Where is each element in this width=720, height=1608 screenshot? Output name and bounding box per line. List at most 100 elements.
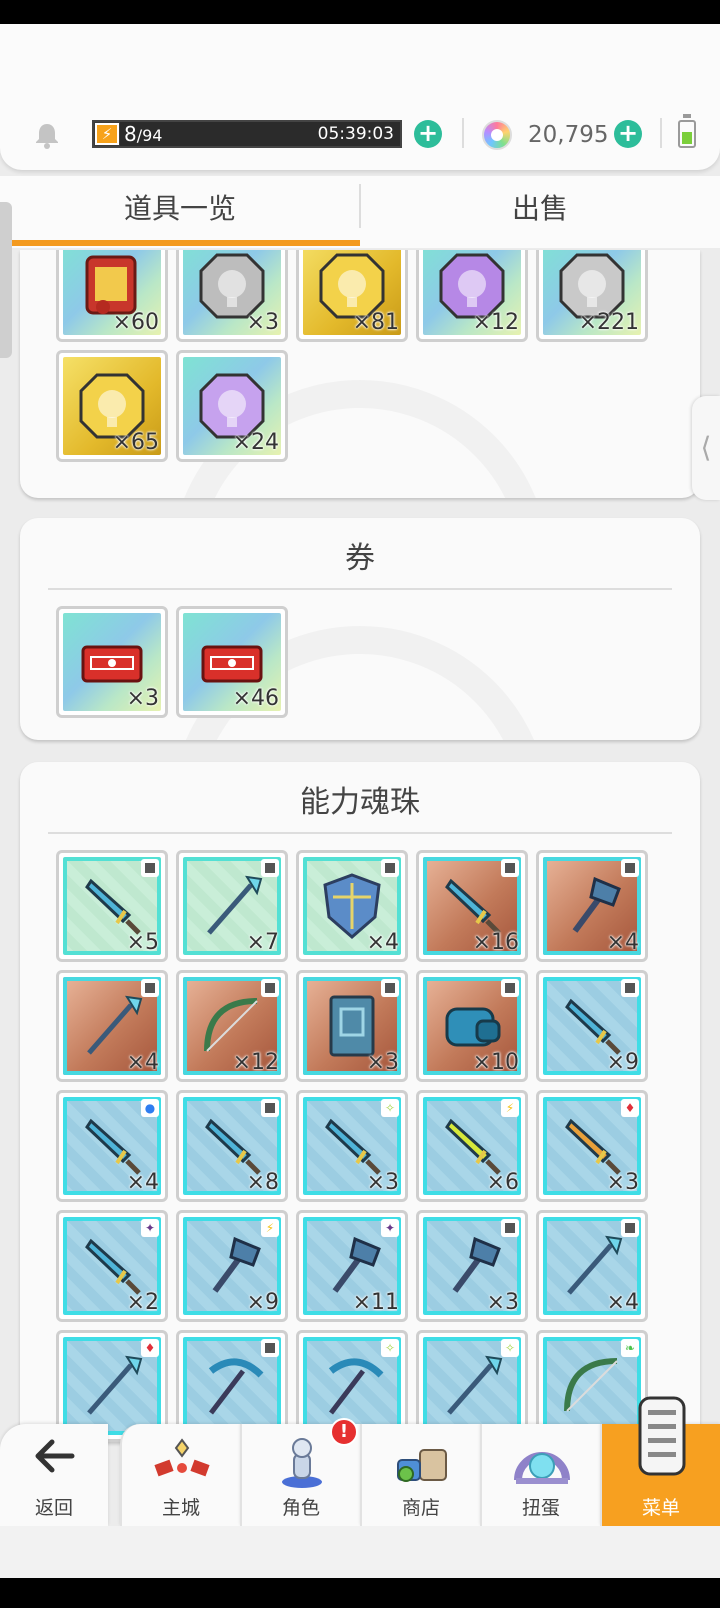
item-frame: ×46 xyxy=(183,613,281,711)
item-frame: ✦ ×2 xyxy=(63,1217,161,1315)
nav-tab-town[interactable]: 主城 xyxy=(120,1424,240,1526)
rank-light-icon: ✧ xyxy=(501,1339,519,1357)
inventory-item[interactable]: ×4 xyxy=(56,970,168,1082)
inventory-item[interactable]: ×46 xyxy=(176,606,288,718)
item-frame: ×81 xyxy=(303,250,401,335)
inventory-item[interactable]: ×3 xyxy=(416,1210,528,1322)
divider xyxy=(660,118,662,148)
item-count: ×24 xyxy=(232,430,279,455)
nav-label-town: 主城 xyxy=(161,1497,200,1519)
inventory-item[interactable]: ×3 xyxy=(176,250,288,342)
gem-icon xyxy=(482,120,512,150)
rank-dark-icon: ✦ xyxy=(381,1219,399,1237)
divider xyxy=(462,118,464,148)
inventory-item[interactable]: ×12 xyxy=(176,970,288,1082)
nav-tab-menu[interactable]: 菜单 xyxy=(600,1396,720,1526)
item-count: ×4 xyxy=(606,930,639,955)
inventory-item[interactable]: ✦ ×11 xyxy=(296,1210,408,1322)
castle-icon xyxy=(152,1432,212,1492)
item-frame: ×3 xyxy=(183,250,281,335)
item-frame: ×4 xyxy=(63,977,161,1075)
inventory-item[interactable]: ×4 xyxy=(536,850,648,962)
rank-square-icon xyxy=(621,979,639,997)
add-stamina-button[interactable]: + xyxy=(414,120,442,148)
stamina-value: 8/94 xyxy=(124,122,162,148)
back-arrow-icon xyxy=(30,1436,78,1476)
resource-bar: ⚡ 8/94 05:39:03 + 20,795 + xyxy=(0,108,720,164)
system-nav-bar xyxy=(0,1578,720,1608)
item-frame: ♦ ×3 xyxy=(543,1097,641,1195)
item-frame: ✦ ×11 xyxy=(303,1217,401,1315)
bow-icon xyxy=(557,1351,627,1421)
nav-tab-character[interactable]: ! 角色 xyxy=(240,1418,360,1526)
inventory-item[interactable]: ×3 xyxy=(56,606,168,718)
shop-icon xyxy=(392,1432,452,1492)
tickets-panel: 券 ×3 ×46 xyxy=(20,518,700,740)
rank-square-icon xyxy=(261,1339,279,1357)
back-button[interactable]: 返回 xyxy=(0,1424,108,1526)
side-drawer-handle[interactable]: ⟨ xyxy=(692,396,720,500)
inventory-item[interactable]: ⚡ ×9 xyxy=(176,1210,288,1322)
spear-icon xyxy=(77,1351,147,1421)
inventory-item[interactable]: ×4 xyxy=(536,1210,648,1322)
item-frame: ×4 xyxy=(543,1217,641,1315)
item-count: ×3 xyxy=(366,1050,399,1075)
battery-icon xyxy=(678,120,696,148)
inventory-item[interactable]: ×12 xyxy=(416,250,528,342)
item-frame: ×16 xyxy=(423,857,521,955)
stamina-timer: 05:39:03 xyxy=(317,124,394,144)
inventory-item[interactable]: ♦ ×3 xyxy=(536,1090,648,1202)
item-frame: ×4 xyxy=(303,857,401,955)
inventory-item[interactable]: ×65 xyxy=(56,350,168,462)
inventory-item[interactable]: ×4 xyxy=(296,850,408,962)
item-frame: ×8 xyxy=(183,1097,281,1195)
item-count: ×3 xyxy=(366,1170,399,1195)
item-frame: ×3 xyxy=(63,613,161,711)
inventory-item[interactable]: ×8 xyxy=(176,1090,288,1202)
nav-tab-gacha[interactable]: 扭蛋 xyxy=(480,1424,600,1526)
item-frame: ×12 xyxy=(423,250,521,335)
scythe-icon xyxy=(197,1351,267,1421)
item-frame: ×12 xyxy=(183,977,281,1075)
inventory-item[interactable]: ×3 xyxy=(296,970,408,1082)
rank-square-icon xyxy=(501,859,519,877)
nav-tab-shop[interactable]: 商店 xyxy=(360,1424,480,1526)
materials-panel: ×60 ×3 ×81 ×12 ×221 ×65 ×24 xyxy=(20,250,700,498)
item-count: ×3 xyxy=(606,1170,639,1195)
inventory-item[interactable]: ✧ ×3 xyxy=(296,1090,408,1202)
alert-badge: ! xyxy=(330,1418,358,1446)
item-count: ×2 xyxy=(126,1290,159,1315)
orbs-title: 能力魂珠 xyxy=(48,768,672,834)
inventory-item[interactable]: ×7 xyxy=(176,850,288,962)
inventory-item[interactable]: ● ×4 xyxy=(56,1090,168,1202)
item-count: ×65 xyxy=(112,430,159,455)
inventory-item[interactable]: ×24 xyxy=(176,350,288,462)
inventory-item[interactable]: ×81 xyxy=(296,250,408,342)
nav-label-character: 角色 xyxy=(281,1497,320,1519)
inventory-item[interactable]: ×16 xyxy=(416,850,528,962)
inventory-item[interactable]: ⚡ ×6 xyxy=(416,1090,528,1202)
item-frame: ✧ ×3 xyxy=(303,1097,401,1195)
nav-label-gacha: 扭蛋 xyxy=(521,1497,560,1519)
lightning-icon: ⚡ xyxy=(95,123,119,145)
item-count: ×46 xyxy=(232,686,279,711)
inventory-item[interactable]: ×9 xyxy=(536,970,648,1082)
tab-sell[interactable]: 出售 xyxy=(360,176,720,248)
scrollbar[interactable] xyxy=(0,202,12,358)
item-count: ×8 xyxy=(246,1170,279,1195)
inventory-item[interactable]: ×10 xyxy=(416,970,528,1082)
rank-square-icon xyxy=(621,859,639,877)
inventory-item[interactable]: ×60 xyxy=(56,250,168,342)
inventory-item[interactable]: ✦ ×2 xyxy=(56,1210,168,1322)
gacha-icon xyxy=(512,1432,572,1492)
inventory-item[interactable]: ×5 xyxy=(56,850,168,962)
bottom-nav: 返回 主城 ! 角色 商店 扭蛋 菜单 xyxy=(0,1396,720,1526)
rank-square-icon xyxy=(381,979,399,997)
item-count: ×16 xyxy=(472,930,519,955)
tab-bar: 道具一览 出售 xyxy=(0,176,720,248)
tab-item-list[interactable]: 道具一览 xyxy=(0,176,360,248)
bell-icon[interactable] xyxy=(32,120,62,150)
item-count: ×4 xyxy=(126,1050,159,1075)
inventory-item[interactable]: ×221 xyxy=(536,250,648,342)
add-gem-button[interactable]: + xyxy=(614,120,642,148)
